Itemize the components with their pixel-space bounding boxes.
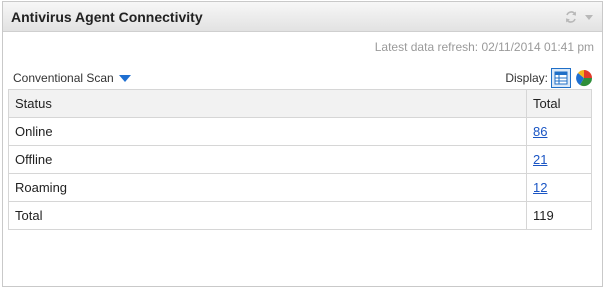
status-column-header: Status <box>8 89 527 118</box>
online-count-link[interactable]: 86 <box>533 124 547 139</box>
total-column-header: Total <box>526 89 592 118</box>
table-view-icon[interactable] <box>551 68 571 88</box>
scan-type-label: Conventional Scan <box>13 71 114 85</box>
status-cell: Roaming <box>8 173 527 202</box>
status-cell: Total <box>8 201 527 230</box>
widget-titlebar: Antivirus Agent Connectivity <box>3 2 602 32</box>
connectivity-table: Status Total Online 86 Offline 21 Roamin… <box>8 89 592 230</box>
offline-count-link[interactable]: 21 <box>533 152 547 167</box>
total-cell: 21 <box>526 145 592 174</box>
display-toggle: Display: <box>505 68 594 88</box>
table-row: Total 119 <box>8 201 592 230</box>
display-label: Display: <box>505 71 548 85</box>
status-cell: Offline <box>8 145 527 174</box>
status-cell: Online <box>8 117 527 146</box>
table-row: Online 86 <box>8 117 592 146</box>
dropdown-caret-icon <box>118 75 131 82</box>
table-header-row: Status Total <box>8 89 592 118</box>
total-cell: 86 <box>526 117 592 146</box>
table-row: Offline 21 <box>8 145 592 174</box>
titlebar-icons <box>564 10 594 24</box>
chevron-down-icon[interactable] <box>584 13 594 21</box>
pie-chart-icon[interactable] <box>574 68 594 88</box>
total-count: 119 <box>526 201 592 230</box>
controls-row: Conventional Scan Display: <box>3 66 602 90</box>
refresh-icon[interactable] <box>564 10 578 24</box>
refresh-timestamp: Latest data refresh: 02/11/2014 01:41 pm <box>374 40 594 54</box>
total-cell: 12 <box>526 173 592 202</box>
roaming-count-link[interactable]: 12 <box>533 180 547 195</box>
scan-type-dropdown[interactable]: Conventional Scan <box>13 71 131 85</box>
table-row: Roaming 12 <box>8 173 592 202</box>
widget-title: Antivirus Agent Connectivity <box>11 8 203 25</box>
